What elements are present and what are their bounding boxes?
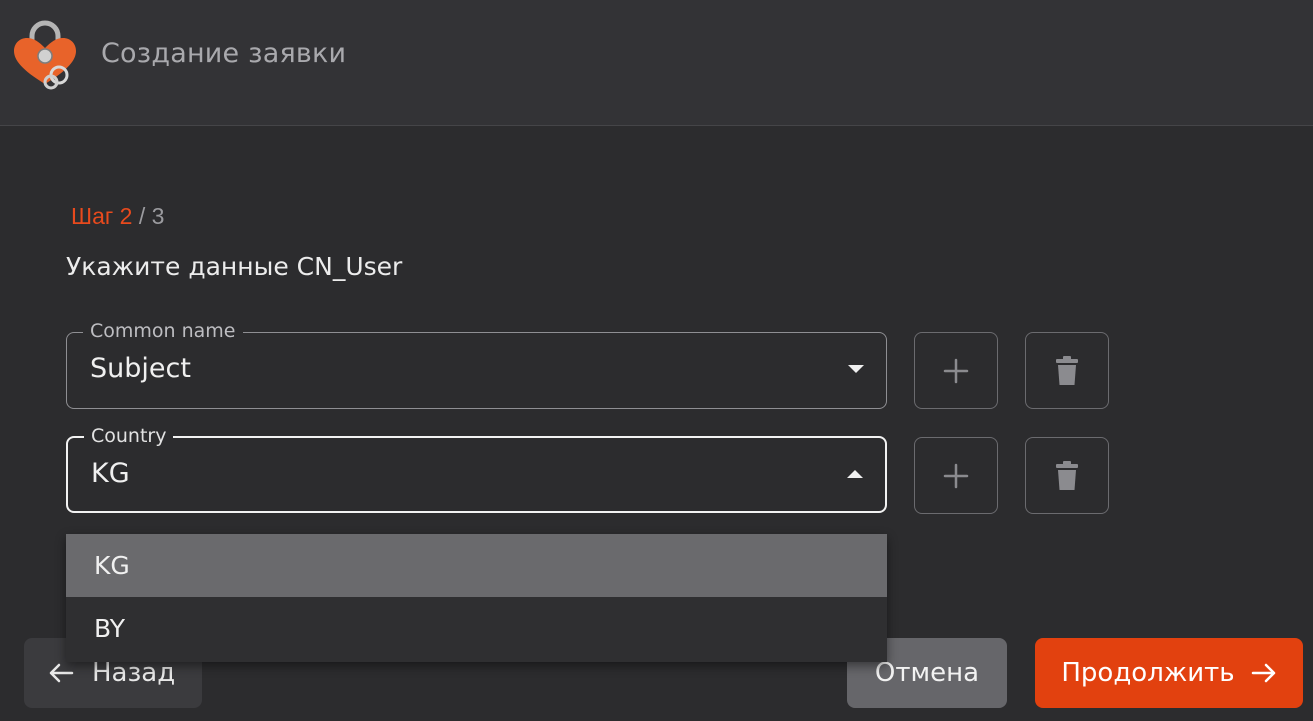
country-select[interactable]: Country KG	[66, 425, 887, 513]
app-window: Создание заявки Шаг 2 / 3 Укажите данные…	[0, 0, 1313, 721]
delete-country-button[interactable]	[1025, 437, 1109, 514]
country-dropdown-menu: KG BY	[66, 534, 887, 662]
add-common-name-button[interactable]	[914, 332, 998, 409]
continue-button[interactable]: Продолжить	[1035, 638, 1303, 708]
country-value: KG	[91, 458, 130, 489]
country-label: Country	[84, 425, 174, 447]
app-header: Создание заявки	[0, 0, 1313, 126]
plus-icon	[943, 358, 969, 383]
common-name-value: Subject	[90, 353, 191, 384]
step-current: Шаг 2	[71, 203, 133, 229]
chevron-down-icon	[848, 365, 864, 373]
padlock-heart-icon	[14, 20, 76, 90]
arrow-right-icon	[1251, 663, 1275, 683]
page-title: Создание заявки	[101, 38, 347, 69]
step-indicator: Шаг 2 / 3	[71, 203, 164, 230]
step-separator: /	[138, 203, 146, 229]
chevron-up-icon	[847, 470, 863, 478]
trash-icon	[1056, 460, 1078, 490]
trash-icon	[1056, 355, 1078, 385]
step-total: 3	[151, 203, 165, 229]
continue-button-label: Продолжить	[1061, 658, 1235, 688]
form-subtitle: Укажите данные CN_User	[66, 252, 403, 281]
dropdown-option-kg[interactable]: KG	[66, 534, 887, 597]
back-button-label: Назад	[92, 658, 176, 688]
cancel-button-label: Отмена	[874, 658, 980, 688]
arrow-left-icon	[49, 663, 74, 683]
add-country-button[interactable]	[914, 437, 998, 514]
plus-icon	[943, 463, 969, 488]
delete-common-name-button[interactable]	[1025, 332, 1109, 409]
dropdown-option-by[interactable]: BY	[66, 597, 887, 660]
common-name-label: Common name	[83, 320, 243, 342]
common-name-select[interactable]: Common name Subject	[66, 320, 887, 409]
